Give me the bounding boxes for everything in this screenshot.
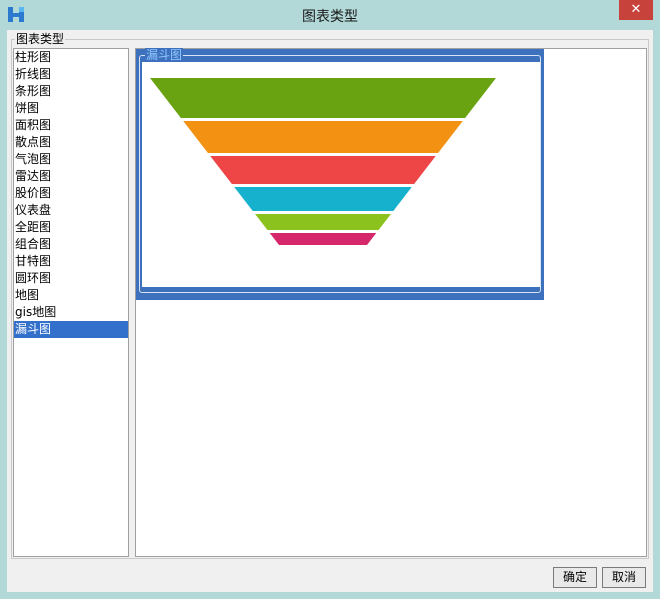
chart-type-item[interactable]: 漏斗图 xyxy=(14,321,128,338)
ok-button[interactable]: 确定 xyxy=(553,567,597,588)
chart-type-item[interactable]: 地图 xyxy=(14,287,128,304)
group-label: 图表类型 xyxy=(15,32,66,46)
chart-type-item[interactable]: 仪表盘 xyxy=(14,202,128,219)
chart-type-item[interactable]: 条形图 xyxy=(14,83,128,100)
chart-type-item[interactable]: gis地图 xyxy=(14,304,128,321)
funnel-segment xyxy=(150,78,496,118)
funnel-segment xyxy=(183,121,463,153)
funnel-preview-card[interactable]: 漏斗图 xyxy=(136,48,544,300)
funnel-segment xyxy=(255,214,391,230)
chart-type-item[interactable]: 饼图 xyxy=(14,100,128,117)
funnel-segment xyxy=(234,187,412,211)
chart-type-item[interactable]: 雷达图 xyxy=(14,168,128,185)
chart-type-item[interactable]: 圆环图 xyxy=(14,270,128,287)
chart-type-item[interactable]: 折线图 xyxy=(14,66,128,83)
preview-card-label: 漏斗图 xyxy=(145,48,184,62)
preview-chart-area xyxy=(142,62,540,287)
dialog-body: 图表类型 柱形图 折线图 条形图 饼图 面积图 散点图 气泡图 雷达图 股价图 仪表盘 全距图 组合图… xyxy=(7,30,653,592)
chart-type-list[interactable]: 柱形图 折线图 条形图 饼图 面积图 散点图 气泡图 雷达图 股价图 仪表盘 全距图 组合图 甘特图 圆环… xyxy=(13,48,129,557)
preview-area: 漏斗图 xyxy=(135,48,647,557)
chart-type-item[interactable]: 面积图 xyxy=(14,117,128,134)
chart-type-item[interactable]: 全距图 xyxy=(14,219,128,236)
title-bar: 图表类型 ✕ xyxy=(0,0,660,30)
chart-type-item[interactable]: 组合图 xyxy=(14,236,128,253)
chart-type-item[interactable]: 散点图 xyxy=(14,134,128,151)
close-button[interactable]: ✕ xyxy=(619,0,653,20)
cancel-button[interactable]: 取消 xyxy=(602,567,646,588)
chart-type-item[interactable]: 柱形图 xyxy=(14,49,128,66)
chart-type-group: 图表类型 柱形图 折线图 条形图 饼图 面积图 散点图 气泡图 雷达图 股价图 仪表盘 全距图 组合图… xyxy=(11,32,649,559)
chart-type-item[interactable]: 气泡图 xyxy=(14,151,128,168)
chart-type-item[interactable]: 股价图 xyxy=(14,185,128,202)
funnel-segment xyxy=(210,156,436,184)
window-title: 图表类型 xyxy=(302,9,358,25)
funnel-segment xyxy=(269,233,377,245)
funnel-chart xyxy=(150,78,496,245)
chart-type-item[interactable]: 甘特图 xyxy=(14,253,128,270)
